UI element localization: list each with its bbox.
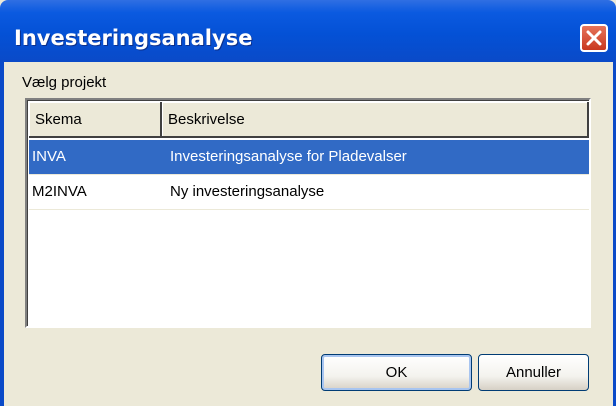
cell-skema: M2INVA <box>32 183 87 200</box>
list-header: Skema Beskrivelse <box>29 102 589 138</box>
list-row-m2inva[interactable]: M2INVA Ny investeringsanalyse <box>29 175 589 209</box>
project-list[interactable]: Skema Beskrivelse INVA Investeringsanaly… <box>25 98 591 328</box>
cancel-button[interactable]: Annuller <box>478 354 589 391</box>
close-icon <box>586 30 602 46</box>
ok-button[interactable]: OK <box>321 354 472 391</box>
dialog-window: Investeringsanalyse Vælg projekt Skema B… <box>0 0 616 406</box>
close-button[interactable] <box>580 24 608 52</box>
list-row-inva[interactable]: INVA Investeringsanalyse for Pladevalser <box>29 140 589 174</box>
window-title: Investeringsanalyse <box>14 26 253 50</box>
select-project-label: Vælg projekt <box>22 74 107 91</box>
window-frame-left <box>0 62 4 406</box>
cell-skema: INVA <box>32 148 66 165</box>
column-header-beskrivelse[interactable]: Beskrivelse <box>162 102 589 138</box>
row-divider <box>29 209 589 210</box>
cell-beskrivelse: Ny investeringsanalyse <box>170 183 325 200</box>
title-bar[interactable]: Investeringsanalyse <box>0 0 616 62</box>
cell-beskrivelse: Investeringsanalyse for Pladevalser <box>170 148 407 165</box>
column-header-skema[interactable]: Skema <box>29 102 162 138</box>
